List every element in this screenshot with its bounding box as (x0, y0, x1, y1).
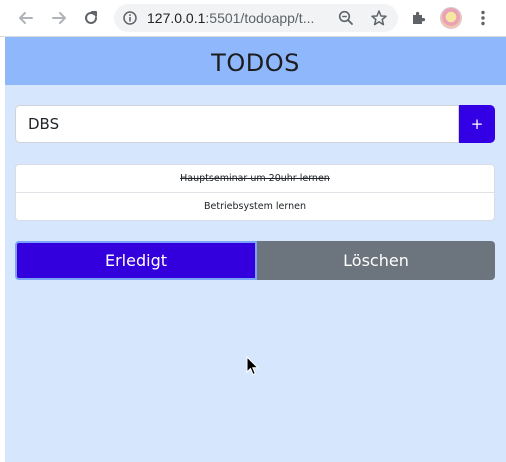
profile-button[interactable] (439, 6, 463, 30)
address-bar[interactable]: 127.0.0.1:5501/todoapp/t... (114, 4, 398, 32)
more-vertical-icon (481, 10, 485, 26)
forward-arrow-icon (52, 12, 66, 24)
mouse-cursor-icon (246, 356, 260, 376)
url-path: :5501/todoapp/t... (205, 10, 315, 26)
page-title: TODOS (211, 49, 300, 77)
todo-list: Hauptseminar um 20uhr lernen Betriebsyst… (15, 164, 495, 221)
url-host: 127.0.0.1 (147, 10, 206, 26)
zoom-icon[interactable] (338, 10, 354, 26)
menu-button[interactable] (471, 6, 495, 30)
forward-button[interactable] (47, 6, 71, 30)
delete-button[interactable]: Löschen (257, 241, 495, 280)
add-todo-button[interactable]: + (459, 105, 495, 143)
todo-app: TODOS + Hauptseminar um 20uhr lernen Bet… (5, 37, 506, 462)
bookmark-star-icon[interactable] (370, 9, 388, 27)
reload-icon (85, 11, 97, 24)
browser-toolbar: 127.0.0.1:5501/todoapp/t... (0, 0, 506, 37)
todo-input[interactable] (16, 106, 458, 142)
app-header: TODOS (5, 37, 506, 85)
info-icon[interactable] (123, 11, 137, 25)
avatar-icon (440, 7, 462, 29)
todo-input-wrapper (15, 105, 459, 143)
todo-item[interactable]: Hauptseminar um 20uhr lernen (16, 165, 494, 193)
back-button[interactable] (14, 6, 38, 30)
extensions-button[interactable] (407, 6, 431, 30)
reload-button[interactable] (79, 6, 103, 30)
todo-item[interactable]: Betriebsystem lernen (16, 193, 494, 220)
puzzle-piece-icon (413, 11, 426, 24)
mark-done-button[interactable]: Erledigt (15, 241, 257, 280)
url-text: 127.0.0.1:5501/todoapp/t... (147, 10, 317, 26)
back-arrow-icon (19, 12, 33, 24)
